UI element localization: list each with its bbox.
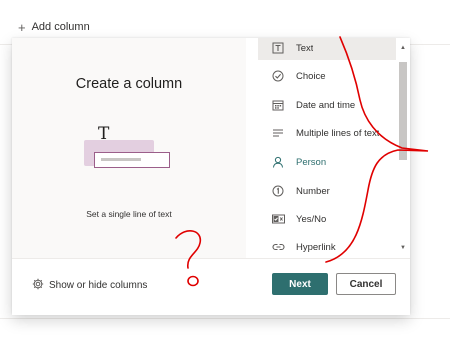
column-type-label: Hyperlink — [296, 241, 336, 253]
number-icon — [271, 184, 285, 198]
column-type-list: Text Choice Date and time Multiple lines… — [258, 38, 410, 258]
create-column-panel: Create a column T Set a single line of t… — [12, 38, 410, 315]
gear-icon — [32, 278, 44, 293]
column-type-date-time[interactable]: Date and time — [258, 93, 396, 117]
text-T-icon — [271, 41, 285, 55]
person-icon — [271, 155, 285, 169]
cancel-button[interactable]: Cancel — [336, 273, 396, 295]
column-type-hyperlink[interactable]: Hyperlink — [258, 235, 396, 258]
scroll-up-arrow-icon[interactable]: ▲ — [396, 42, 410, 54]
column-type-preview: Create a column T Set a single line of t… — [12, 38, 246, 258]
calendar-icon — [271, 98, 285, 112]
next-button[interactable]: Next — [272, 273, 328, 295]
show-hide-columns-label: Show or hide columns — [49, 280, 148, 291]
panel-footer: Show or hide columns Next Cancel — [12, 258, 410, 315]
add-column-button[interactable]: + Add column — [18, 18, 90, 36]
scroll-down-arrow-icon[interactable]: ▼ — [396, 242, 410, 254]
background-row-divider — [0, 318, 450, 319]
yes-no-icon — [271, 212, 285, 226]
panel-title: Create a column — [75, 76, 183, 92]
add-column-label: Add column — [31, 21, 90, 33]
column-type-text[interactable]: Text — [258, 38, 396, 60]
choice-check-icon — [271, 69, 285, 83]
illustration-text-bar — [101, 158, 141, 161]
column-type-label: Person — [296, 156, 327, 168]
column-type-number[interactable]: Number — [258, 179, 396, 203]
column-type-scrollbar[interactable]: ▲ ▼ — [396, 38, 410, 258]
column-type-yes-no[interactable]: Yes/No — [258, 207, 396, 231]
column-type-multiple-lines[interactable]: Multiple lines of text — [258, 121, 396, 145]
column-type-person[interactable]: Person — [258, 150, 396, 174]
single-line-text-illustration: T — [84, 124, 184, 176]
link-icon — [271, 240, 285, 254]
text-cursor-icon: T — [98, 124, 110, 144]
column-type-label: Multiple lines of text — [296, 127, 380, 139]
scrollbar-thumb[interactable] — [399, 62, 407, 160]
column-type-label: Date and time — [296, 99, 356, 111]
multiline-text-icon — [271, 126, 285, 140]
column-type-label: Yes/No — [296, 213, 327, 225]
column-type-label: Choice — [296, 70, 326, 82]
column-type-label: Text — [296, 42, 314, 54]
preview-description: Set a single line of text — [86, 209, 172, 219]
plus-icon: + — [18, 19, 26, 35]
show-hide-columns-link[interactable]: Show or hide columns — [32, 278, 147, 293]
illustration-text-field — [94, 152, 170, 168]
column-type-label: Number — [296, 185, 330, 197]
column-type-choice[interactable]: Choice — [258, 64, 396, 88]
